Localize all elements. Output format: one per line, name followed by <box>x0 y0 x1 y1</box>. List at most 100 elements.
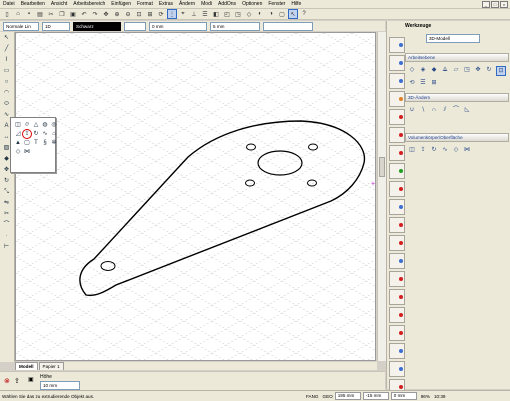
tab-modell[interactable]: Modell <box>15 362 38 370</box>
close-icon[interactable]: × <box>500 1 508 8</box>
revolve-icon[interactable]: ↻ <box>32 130 40 138</box>
sweep-icon[interactable]: ∿ <box>41 130 49 138</box>
select-icon[interactable]: ↖ <box>2 34 11 43</box>
extra-field[interactable] <box>263 21 313 31</box>
menu-hilfe[interactable]: Hilfe <box>288 1 304 7</box>
solid-revolve-icon[interactable]: ↻ <box>430 146 438 154</box>
vtab-icon-15[interactable] <box>389 289 405 305</box>
vtab-icon-10[interactable] <box>389 199 405 215</box>
torus-icon[interactable]: ◎ <box>50 121 58 129</box>
cursor-icon[interactable]: ↖ <box>288 9 298 19</box>
box-icon[interactable]: ◫ <box>14 121 22 129</box>
vtab-icon-5[interactable] <box>389 109 405 125</box>
menu-extras[interactable]: Extras <box>156 1 176 7</box>
vtab-icon-4[interactable] <box>389 91 405 107</box>
zoom-out-icon[interactable]: ⊖ <box>123 9 133 19</box>
print-icon[interactable]: ▤ <box>35 9 45 19</box>
pan-icon[interactable]: ✥ <box>101 9 111 19</box>
menu-optionen[interactable]: Optionen <box>239 1 265 7</box>
fillet-icon[interactable]: ⌒ <box>2 221 11 230</box>
redraw-icon[interactable]: ⟳ <box>156 9 166 19</box>
workplane-3pt-icon[interactable]: ⟁ <box>441 66 449 74</box>
grid-icon[interactable]: ⋮ <box>167 9 177 19</box>
vtab-icon-6[interactable] <box>389 127 405 143</box>
ellipse-icon[interactable]: ⬭ <box>2 100 11 109</box>
vtab-icon-13[interactable] <box>389 253 405 269</box>
gear3d-icon[interactable]: ✲ <box>50 139 58 147</box>
extrude-mode-icon[interactable]: ⇪ <box>14 377 20 385</box>
workplane-list-icon[interactable]: ☰ <box>419 79 427 87</box>
ortho-icon[interactable]: ⊥ <box>189 9 199 19</box>
workplane-active-icon[interactable]: ⊡ <box>496 66 506 76</box>
vtab-icon-18[interactable] <box>389 343 405 359</box>
save-icon[interactable]: ▪ <box>24 9 34 19</box>
vtab-icon-16[interactable] <box>389 307 405 323</box>
rotate-icon[interactable]: ↻ <box>2 177 11 186</box>
offset-field[interactable]: 0 mm <box>149 21 207 31</box>
workplane-xz-icon[interactable]: ◈ <box>419 66 427 74</box>
layer-icon[interactable]: ☰ <box>200 9 210 19</box>
drawing-canvas[interactable]: + <box>15 32 376 361</box>
vtab-icon-19[interactable] <box>389 361 405 377</box>
new-file-icon[interactable]: ▯ <box>2 9 12 19</box>
workplane-move-icon[interactable]: ✥ <box>474 66 482 74</box>
mode-icon[interactable]: ▣ <box>28 376 34 383</box>
shade-icon[interactable]: ◑ <box>266 9 276 19</box>
workplane-align-icon[interactable]: ⊞ <box>430 79 438 87</box>
render-icon[interactable]: ◐ <box>255 9 265 19</box>
scale-icon[interactable]: ⤡ <box>2 188 11 197</box>
cylinder-icon[interactable]: ⌭ <box>23 121 31 129</box>
vtab-icon-7[interactable] <box>389 145 405 161</box>
union-icon[interactable]: ∪ <box>408 106 416 114</box>
mirror-icon[interactable]: ⇋ <box>2 199 11 208</box>
fill-select[interactable] <box>124 21 146 31</box>
line-icon[interactable]: ╱ <box>2 45 11 54</box>
chamfer-icon[interactable]: ◺ <box>463 106 471 114</box>
geo-status[interactable]: GEO <box>321 394 335 399</box>
help-icon[interactable]: ? <box>299 9 309 19</box>
vtab-icon-12[interactable] <box>389 235 405 251</box>
tab-papier-1[interactable]: Papier 1 <box>38 362 64 370</box>
view-iso-icon[interactable]: ◇ <box>244 9 254 19</box>
circle-icon[interactable]: ○ <box>2 78 11 87</box>
vtab-icon-11[interactable] <box>389 217 405 233</box>
vtab-icon-8[interactable] <box>389 163 405 179</box>
menu-fenster[interactable]: Fenster <box>265 1 288 7</box>
arc-icon[interactable]: ◠ <box>2 89 11 98</box>
solid-extrude-icon[interactable]: ⇪ <box>419 146 427 154</box>
view-front-icon[interactable]: ◰ <box>222 9 232 19</box>
point-icon[interactable]: · <box>2 232 11 241</box>
extrude-icon[interactable]: ⇪ <box>22 129 32 139</box>
vertical-scrollbar[interactable] <box>377 32 386 361</box>
scroll-thumb[interactable] <box>379 157 385 177</box>
workplane-view-icon[interactable]: ◳ <box>463 66 471 74</box>
solid-sweep-icon[interactable]: ∿ <box>441 146 449 154</box>
menu-ansicht[interactable]: Ansicht <box>48 1 70 7</box>
section-header[interactable]: Arbeitsebene <box>405 53 509 62</box>
line-thickness-select[interactable]: 1D <box>42 21 70 31</box>
section-header[interactable]: 3D-Ändern <box>405 93 509 102</box>
zoom-window-icon[interactable]: ⊡ <box>134 9 144 19</box>
cut-icon[interactable]: ✂ <box>46 9 56 19</box>
polyline-icon[interactable]: ⌇ <box>2 56 11 65</box>
subtract-icon[interactable]: ∖ <box>419 106 427 114</box>
intersect-icon[interactable]: ∩ <box>430 106 438 114</box>
zoom-all-icon[interactable]: ⊞ <box>145 9 155 19</box>
menu-einfuegen[interactable]: Einfügen <box>108 1 134 7</box>
slice-icon[interactable]: ⫽ <box>441 106 449 114</box>
section-header[interactable]: Volumenkörper/Oberfläche <box>405 133 509 142</box>
paste-icon[interactable]: ▣ <box>68 9 78 19</box>
vtab-icon-1[interactable] <box>389 37 405 53</box>
vtab-icon-14[interactable] <box>389 271 405 287</box>
menu-addons[interactable]: AddOns <box>215 1 239 7</box>
workplane-yz-icon[interactable]: ◆ <box>430 66 438 74</box>
properties-icon[interactable]: ◧ <box>211 9 221 19</box>
view-top-icon[interactable]: ◳ <box>233 9 243 19</box>
snap-icon[interactable]: ⌖ <box>178 9 188 19</box>
wedge-icon[interactable]: ◿ <box>14 130 22 138</box>
redo-icon[interactable]: ↷ <box>90 9 100 19</box>
rectangle-icon[interactable]: ▭ <box>2 67 11 76</box>
vtab-icon-17[interactable] <box>389 325 405 341</box>
solid-box-icon[interactable]: ◫ <box>408 146 416 154</box>
snap-status[interactable]: FANG <box>304 394 321 399</box>
